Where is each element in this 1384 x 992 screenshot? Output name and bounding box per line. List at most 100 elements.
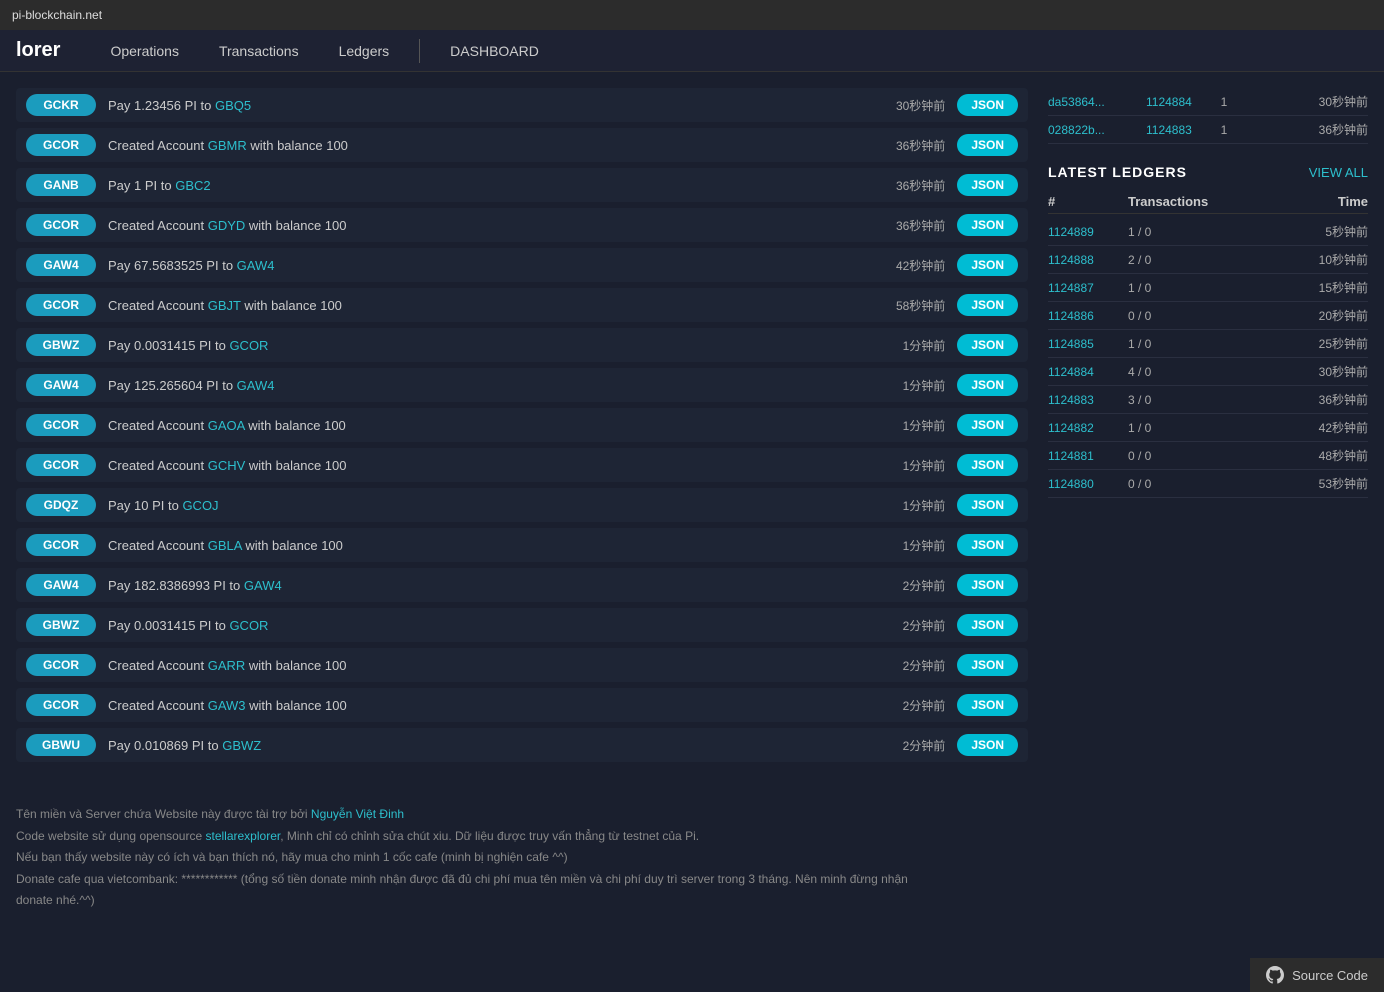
op-json-btn[interactable]: JSON — [957, 494, 1018, 516]
op-description: Created Account GCHV with balance 100 — [108, 458, 863, 473]
ledger-num[interactable]: 1124882 — [1048, 421, 1128, 435]
ledger-row: 11248844 / 030秒钟前 — [1048, 358, 1368, 386]
op-time: 36秒钟前 — [875, 137, 945, 154]
tx-time: 30秒钟前 — [1242, 93, 1368, 110]
op-row: GCORCreated Account GARR with balance 10… — [16, 648, 1028, 682]
op-badge[interactable]: GAW4 — [26, 374, 96, 396]
op-highlight[interactable]: GCHV — [208, 458, 246, 473]
tx-ops: 1 — [1214, 95, 1234, 109]
op-badge[interactable]: GBWZ — [26, 614, 96, 636]
ledger-txns: 1 / 0 — [1128, 225, 1228, 239]
ledger-row: 11248891 / 05秒钟前 — [1048, 218, 1368, 246]
op-badge[interactable]: GCOR — [26, 214, 96, 236]
ledger-time: 20秒钟前 — [1228, 307, 1368, 324]
op-highlight[interactable]: GAW4 — [244, 578, 282, 593]
op-badge[interactable]: GCOR — [26, 414, 96, 436]
op-badge[interactable]: GCOR — [26, 534, 96, 556]
op-badge[interactable]: GCKR — [26, 94, 96, 116]
op-highlight[interactable]: GCOR — [229, 618, 268, 633]
op-json-btn[interactable]: JSON — [957, 454, 1018, 476]
op-json-btn[interactable]: JSON — [957, 414, 1018, 436]
ledger-num[interactable]: 1124886 — [1048, 309, 1128, 323]
op-highlight[interactable]: GARR — [208, 658, 246, 673]
tx-ledger[interactable]: 1124883 — [1146, 123, 1206, 137]
op-highlight[interactable]: GBQ5 — [215, 98, 251, 113]
tx-hash[interactable]: da53864... — [1048, 95, 1138, 109]
op-json-btn[interactable]: JSON — [957, 734, 1018, 756]
op-json-btn[interactable]: JSON — [957, 134, 1018, 156]
op-time: 2分钟前 — [875, 657, 945, 674]
ledger-num[interactable]: 1124888 — [1048, 253, 1128, 267]
ledger-row: 11248800 / 053秒钟前 — [1048, 470, 1368, 498]
op-badge[interactable]: GCOR — [26, 134, 96, 156]
nav-item-operations[interactable]: Operations — [90, 30, 198, 72]
ledger-col-time: Time — [1228, 194, 1368, 209]
op-badge[interactable]: GCOR — [26, 294, 96, 316]
op-json-btn[interactable]: JSON — [957, 294, 1018, 316]
op-highlight[interactable]: GBC2 — [175, 178, 210, 193]
ledger-num[interactable]: 1124889 — [1048, 225, 1128, 239]
op-badge[interactable]: GAW4 — [26, 254, 96, 276]
ledger-num[interactable]: 1124885 — [1048, 337, 1128, 351]
source-code-bar[interactable]: Source Code — [1250, 958, 1384, 992]
right-panel: da53864... 1124884 1 30秒钟前 028822b... 1124883… — [1048, 88, 1368, 768]
op-time: 1分钟前 — [875, 457, 945, 474]
ledger-time: 10秒钟前 — [1228, 251, 1368, 268]
op-json-btn[interactable]: JSON — [957, 534, 1018, 556]
op-highlight[interactable]: GBJT — [208, 298, 241, 313]
tx-ledger[interactable]: 1124884 — [1146, 95, 1206, 109]
ledger-txns: 1 / 0 — [1128, 421, 1228, 435]
op-badge[interactable]: GCOR — [26, 454, 96, 476]
ledger-num[interactable]: 1124881 — [1048, 449, 1128, 463]
op-badge[interactable]: GDQZ — [26, 494, 96, 516]
ledger-num[interactable]: 1124880 — [1048, 477, 1128, 491]
op-json-btn[interactable]: JSON — [957, 214, 1018, 236]
op-row: GCKRPay 1.23456 PI to GBQ530秒钟前JSON — [16, 88, 1028, 122]
op-description: Pay 125.265604 PI to GAW4 — [108, 378, 863, 393]
op-badge[interactable]: GBWZ — [26, 334, 96, 356]
op-highlight[interactable]: GDYD — [208, 218, 246, 233]
op-highlight[interactable]: GAW3 — [208, 698, 246, 713]
github-icon — [1266, 966, 1284, 984]
op-highlight[interactable]: GAOA — [208, 418, 245, 433]
op-highlight[interactable]: GBMR — [208, 138, 247, 153]
op-badge[interactable]: GANB — [26, 174, 96, 196]
op-highlight[interactable]: GAW4 — [237, 378, 275, 393]
op-highlight[interactable]: GCOR — [229, 338, 268, 353]
op-json-btn[interactable]: JSON — [957, 694, 1018, 716]
footer-link2[interactable]: stellarexplorer — [206, 829, 281, 843]
op-json-btn[interactable]: JSON — [957, 374, 1018, 396]
op-time: 1分钟前 — [875, 497, 945, 514]
view-all-link[interactable]: VIEW ALL — [1309, 165, 1368, 180]
op-json-btn[interactable]: JSON — [957, 174, 1018, 196]
op-description: Created Account GBMR with balance 100 — [108, 138, 863, 153]
ledger-row: 11248871 / 015秒钟前 — [1048, 274, 1368, 302]
titlebar-text: pi-blockchain.net — [12, 8, 102, 22]
op-highlight[interactable]: GCOJ — [182, 498, 218, 513]
op-json-btn[interactable]: JSON — [957, 574, 1018, 596]
op-badge[interactable]: GCOR — [26, 654, 96, 676]
op-badge[interactable]: GAW4 — [26, 574, 96, 596]
op-time: 1分钟前 — [875, 417, 945, 434]
ledger-num[interactable]: 1124887 — [1048, 281, 1128, 295]
op-json-btn[interactable]: JSON — [957, 254, 1018, 276]
latest-ledgers-section: LATEST LEDGERS VIEW ALL — [1048, 164, 1368, 180]
op-json-btn[interactable]: JSON — [957, 334, 1018, 356]
ledger-num[interactable]: 1124884 — [1048, 365, 1128, 379]
op-badge[interactable]: GBWU — [26, 734, 96, 756]
nav-item-ledgers[interactable]: Ledgers — [319, 30, 410, 72]
nav-dashboard[interactable]: DASHBOARD — [430, 43, 559, 59]
tx-hash[interactable]: 028822b... — [1048, 123, 1138, 137]
op-highlight[interactable]: GBLA — [208, 538, 242, 553]
op-highlight[interactable]: GAW4 — [237, 258, 275, 273]
ledger-col-txns: Transactions — [1128, 194, 1228, 209]
footer-link1[interactable]: Nguyễn Việt Đinh — [311, 807, 404, 821]
op-highlight[interactable]: GBWZ — [222, 738, 261, 753]
op-json-btn[interactable]: JSON — [957, 94, 1018, 116]
op-json-btn[interactable]: JSON — [957, 614, 1018, 636]
nav-item-transactions[interactable]: Transactions — [199, 30, 319, 72]
op-json-btn[interactable]: JSON — [957, 654, 1018, 676]
op-description: Pay 182.8386993 PI to GAW4 — [108, 578, 863, 593]
ledger-num[interactable]: 1124883 — [1048, 393, 1128, 407]
op-badge[interactable]: GCOR — [26, 694, 96, 716]
